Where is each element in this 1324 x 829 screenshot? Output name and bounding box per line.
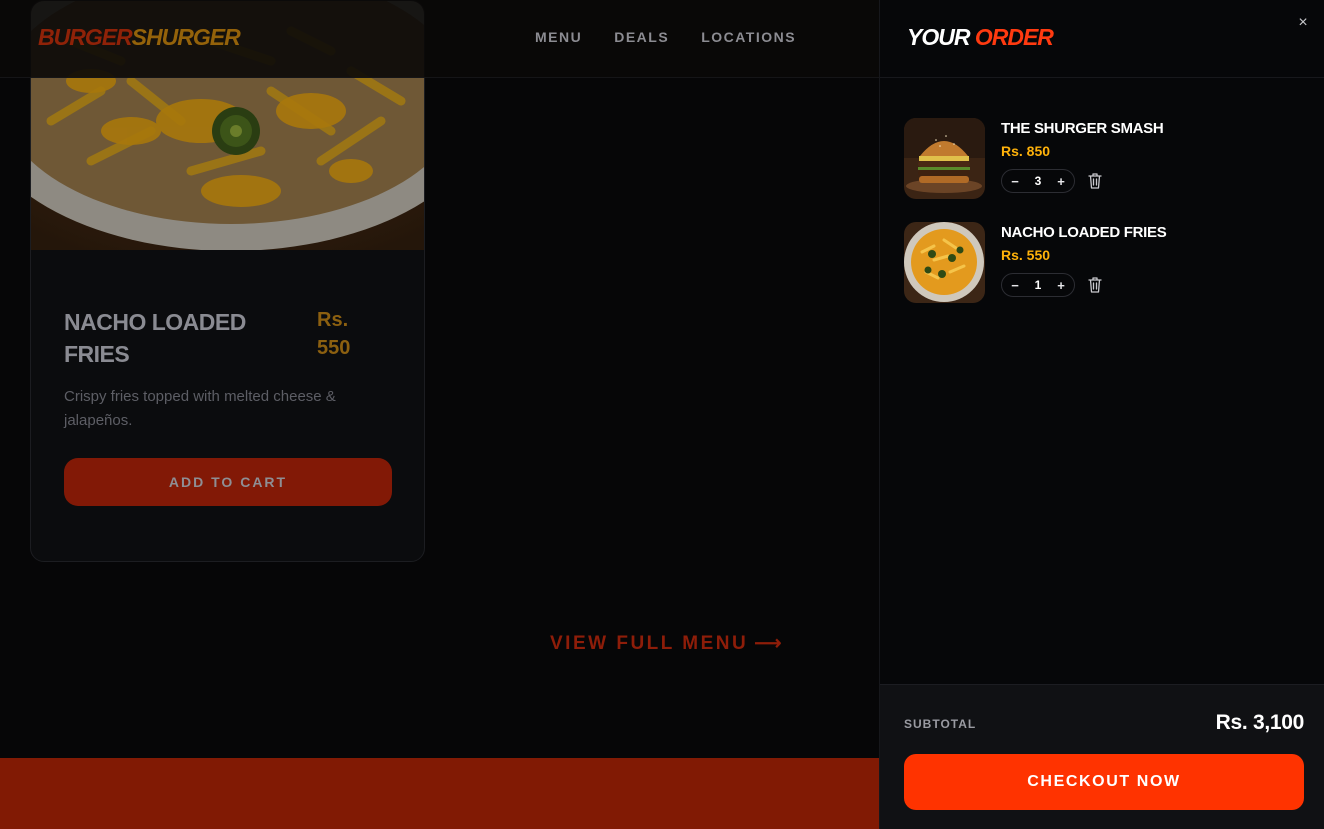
item-name: THE SHURGER SMASH bbox=[1001, 120, 1164, 137]
product-description: Crispy fries topped with melted cheese &… bbox=[64, 388, 336, 429]
quantity-value: 1 bbox=[1034, 278, 1042, 292]
nav-item-deals[interactable]: DEALS bbox=[614, 29, 669, 45]
minus-icon[interactable]: − bbox=[1008, 278, 1022, 293]
brand-logo[interactable]: BURGERSHURGER bbox=[38, 24, 241, 51]
nav-links: MENU DEALS LOCATIONS bbox=[535, 29, 796, 45]
plus-icon[interactable]: + bbox=[1054, 174, 1068, 189]
item-name: NACHO LOADED FRIES bbox=[1001, 224, 1167, 241]
cart-item: NACHO LOADED FRIES Rs. 550 − 1 + bbox=[904, 222, 1304, 304]
cart-title-part-1: YOUR bbox=[907, 24, 970, 50]
price-currency: Rs. bbox=[317, 309, 349, 331]
cart-title: YOUR ORDER bbox=[907, 24, 1054, 51]
cart-header: YOUR ORDER × bbox=[880, 0, 1324, 78]
top-nav: BURGERSHURGER MENU DEALS LOCATIONS bbox=[0, 0, 880, 78]
arrow-right-icon: ⟶ bbox=[754, 633, 785, 654]
logo-part-2: SHURGER bbox=[131, 24, 241, 50]
cart-title-part-2: ORDER bbox=[974, 24, 1054, 50]
subtotal-value: Rs. 3,100 bbox=[1215, 711, 1305, 734]
quantity-stepper: − 1 + bbox=[1001, 273, 1075, 297]
close-icon[interactable]: × bbox=[1292, 12, 1314, 34]
cart-item: THE SHURGER SMASH Rs. 850 − 3 + bbox=[904, 118, 1304, 200]
item-price: Rs. 550 bbox=[1001, 247, 1051, 263]
trash-icon[interactable] bbox=[1087, 276, 1103, 294]
cart-footer: SUBTOTAL Rs. 3,100 CHECKOUT NOW bbox=[880, 684, 1324, 829]
cart-drawer: YOUR ORDER × THE SHURGER SMASH Rs. 850 −… bbox=[879, 0, 1324, 829]
price-value: 550 bbox=[317, 337, 351, 359]
view-full-menu-link[interactable]: VIEW FULL MENU ⟶ bbox=[550, 632, 784, 655]
quantity-stepper: − 3 + bbox=[1001, 169, 1075, 193]
item-image-burger bbox=[904, 118, 985, 199]
product-card: NACHO LOADED FRIES Rs. 550 Crispy fries … bbox=[30, 0, 425, 562]
item-image-fries bbox=[904, 222, 985, 303]
add-to-cart-button[interactable]: ADD TO CART bbox=[64, 458, 392, 506]
nav-item-menu[interactable]: MENU bbox=[535, 29, 582, 45]
quantity-value: 3 bbox=[1034, 174, 1042, 188]
subtotal-label: SUBTOTAL bbox=[904, 717, 977, 731]
product-title: NACHO LOADED FRIES bbox=[64, 309, 246, 367]
minus-icon[interactable]: − bbox=[1008, 174, 1022, 189]
view-menu-label: VIEW FULL MENU bbox=[550, 632, 749, 654]
footer-band bbox=[0, 758, 880, 829]
checkout-button[interactable]: CHECKOUT NOW bbox=[904, 754, 1304, 810]
item-price: Rs. 850 bbox=[1001, 143, 1051, 159]
logo-part-1: BURGER bbox=[38, 24, 133, 50]
product-price: Rs. 550 bbox=[317, 306, 387, 362]
plus-icon[interactable]: + bbox=[1054, 278, 1068, 293]
trash-icon[interactable] bbox=[1087, 172, 1103, 190]
nav-item-locations[interactable]: LOCATIONS bbox=[701, 29, 796, 45]
